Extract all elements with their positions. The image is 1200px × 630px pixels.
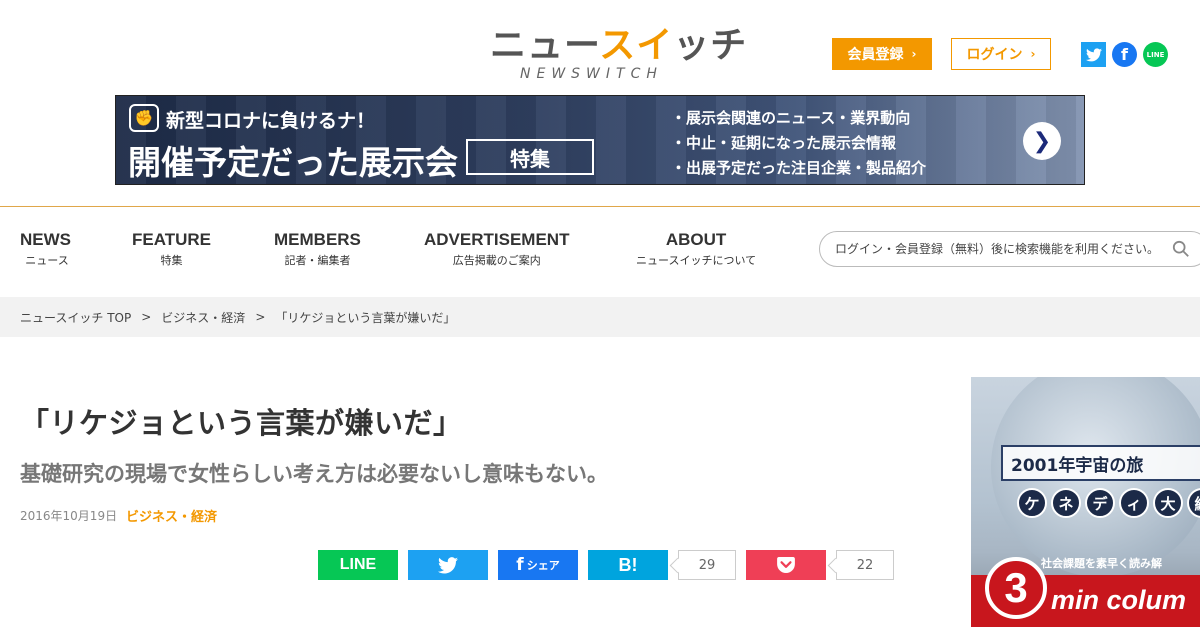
article-category-link[interactable]: ビジネス・経済: [126, 506, 217, 525]
search-icon[interactable]: [1172, 240, 1190, 258]
nav-item-feature[interactable]: FEATURE 特集: [132, 229, 211, 271]
logo-text: ニュースイッチ: [490, 25, 748, 66]
breadcrumb-item-category[interactable]: ビジネス・経済: [161, 309, 245, 326]
search-input[interactable]: [835, 242, 1175, 256]
site-logo[interactable]: ニュースイッチ NEWSWITCH: [490, 25, 748, 86]
site-header: ニュースイッチ NEWSWITCH 会員登録 › ログイン › f LINE ✊…: [0, 0, 1200, 206]
ad-brand: min colum: [1051, 585, 1187, 615]
hatena-count: 29: [678, 550, 736, 580]
share-facebook-button[interactable]: f シェア: [498, 550, 578, 580]
logo-subtext: NEWSWITCH: [520, 66, 663, 82]
twitter-icon: [438, 556, 458, 573]
share-line-button[interactable]: LINE: [318, 550, 398, 580]
fist-icon: ✊: [129, 104, 159, 132]
ad-number-badge: 3: [985, 557, 1047, 619]
arrow-right-icon[interactable]: ❯: [1023, 122, 1061, 160]
article-subtitle: 基礎研究の現場で女性らしい考え方は必要ないし意味もない。: [20, 462, 608, 486]
banner-headline-large: 開催予定だった展示会: [128, 143, 458, 182]
banner-headline-small: 新型コロナに負けるナ！: [166, 110, 376, 132]
breadcrumb-item-top[interactable]: ニュースイッチ TOP: [20, 309, 131, 326]
main-nav: NEWS ニュース FEATURE 特集 MEMBERS 記者・編集者 ADVE…: [0, 206, 1200, 297]
nav-item-news[interactable]: NEWS ニュース: [20, 229, 74, 271]
article-title: 「リケジョという言葉が嫌いだ」: [20, 406, 463, 440]
side-advertisement[interactable]: 2001年宇宙の旅 ケ ネ デ ィ 大 統 社会課題を素早く読み解 3 min …: [971, 377, 1200, 627]
breadcrumb: ニュースイッチ TOP > ビジネス・経済 > 「リケジョという言葉が嫌いだ」: [0, 297, 1200, 337]
ad-tagline: 社会課題を素早く読み解: [1041, 557, 1162, 570]
nav-item-about[interactable]: ABOUT ニュースイッチについて: [636, 229, 756, 271]
facebook-icon: f: [516, 555, 524, 575]
nav-item-members[interactable]: MEMBERS 記者・編集者: [274, 229, 361, 271]
pocket-icon: [777, 557, 795, 573]
chevron-right-icon: ›: [1030, 47, 1036, 61]
banner-tag: 特集: [466, 139, 594, 175]
exhibition-feature-banner[interactable]: ✊ 新型コロナに負けるナ！ 開催予定だった展示会 特集 ・展示会関連のニュース・…: [115, 95, 1085, 185]
facebook-icon[interactable]: f: [1112, 42, 1137, 67]
banner-bullet-list: ・展示会関連のニュース・業界動向 ・中止・延期になった展示会情報 ・出展予定だっ…: [671, 109, 927, 177]
share-pocket-button[interactable]: [746, 550, 826, 580]
breadcrumb-item-current: 「リケジョという言葉が嫌いだ」: [275, 310, 456, 325]
member-register-button[interactable]: 会員登録 ›: [832, 38, 932, 70]
line-icon[interactable]: LINE: [1143, 42, 1168, 67]
article-date: 2016年10月19日: [20, 509, 118, 523]
search-box[interactable]: [819, 231, 1200, 267]
pocket-count: 22: [836, 550, 894, 580]
share-twitter-button[interactable]: [408, 550, 488, 580]
ad-headline: 2001年宇宙の旅: [1001, 445, 1200, 481]
chevron-right-icon: ›: [911, 47, 917, 61]
nav-item-advertisement[interactable]: ADVERTISEMENT 広告掲載のご案内: [424, 229, 569, 271]
share-hatena-button[interactable]: B!: [588, 550, 668, 580]
twitter-icon[interactable]: [1081, 42, 1106, 67]
login-button[interactable]: ログイン ›: [951, 38, 1051, 70]
